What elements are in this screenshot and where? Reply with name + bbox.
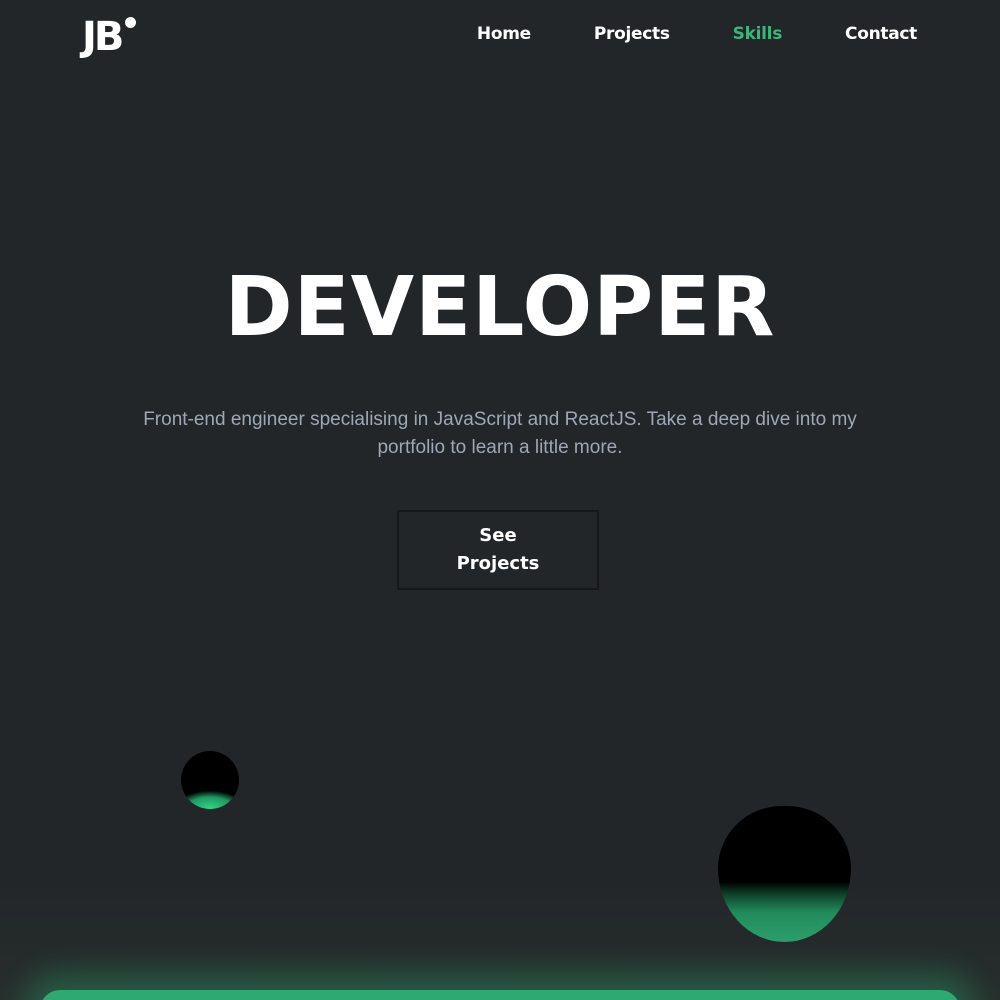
nav-link-skills[interactable]: Skills bbox=[733, 22, 783, 46]
small-sphere-decoration bbox=[181, 751, 239, 809]
nav-link-contact[interactable]: Contact bbox=[845, 22, 917, 46]
logo-dot-icon bbox=[125, 17, 137, 28]
see-projects-button[interactable]: See Projects bbox=[397, 510, 599, 590]
logo[interactable]: JB bbox=[82, 14, 137, 60]
nav-link-home[interactable]: Home bbox=[477, 22, 531, 46]
nav-link-projects[interactable]: Projects bbox=[594, 22, 670, 46]
page: JB Home Projects Skills Contact DEVELOPE… bbox=[0, 0, 1000, 1000]
hero-title: DEVELOPER bbox=[224, 260, 776, 355]
logo-text: JB bbox=[82, 14, 124, 60]
hero-subtitle: Front-end engineer specialising in JavaS… bbox=[143, 409, 857, 458]
main-nav: Home Projects Skills Contact bbox=[477, 22, 917, 46]
bottom-glow-bar bbox=[40, 990, 960, 1000]
bottom-glow-haze bbox=[0, 880, 1000, 1000]
